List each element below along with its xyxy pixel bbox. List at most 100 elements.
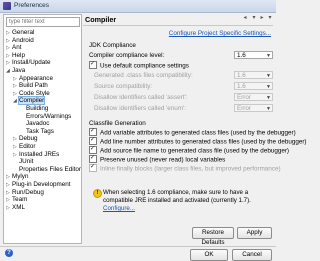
- use-default-compliance-label: Use default compliance settings: [100, 62, 189, 70]
- tree-item[interactable]: ▷ XML: [6, 204, 25, 211]
- tree-item[interactable]: Properties Files Editor: [13, 166, 81, 173]
- tree-item-label: Code Style: [19, 89, 50, 97]
- tree-item[interactable]: ▷ Plug-in Development: [6, 181, 70, 188]
- tree-item-label: Debug: [19, 135, 38, 143]
- tree-item-label: Editor: [19, 143, 36, 150]
- title-bar[interactable]: Preferences: [0, 0, 276, 13]
- assert-identifier-label: Disallow identifiers called 'assert':: [94, 94, 188, 101]
- tree-item-label: Ant: [12, 44, 22, 52]
- warning-text: When selecting 1.6 compliance, make sure…: [103, 189, 251, 204]
- enum-identifier-value: Error: [237, 105, 251, 112]
- jdk-compliance-heading: JDK Compliance: [89, 42, 136, 49]
- chevron-down-icon: ▼: [266, 84, 271, 90]
- use-default-compliance-row[interactable]: Use default compliance settings: [89, 61, 189, 70]
- inline-finally-label: Inline finally blocks (larger class file…: [100, 165, 281, 173]
- inline-finally-row[interactable]: Inline finally blocks (larger class file…: [89, 164, 281, 173]
- tree-item-label: Compiler: [17, 96, 46, 106]
- tree-item[interactable]: ▷ Run/Debug: [6, 189, 44, 196]
- tree-item[interactable]: Building: [20, 105, 48, 112]
- tree-item[interactable]: Errors/Warnings: [20, 113, 71, 120]
- generated-class-compat-select[interactable]: 1.6 ▼: [234, 71, 273, 79]
- back-menu-icon[interactable]: ▾: [250, 15, 258, 22]
- tree-item-label: Team: [12, 196, 28, 204]
- tree-item[interactable]: ◢ Java: [6, 67, 25, 74]
- tree-item[interactable]: ▷ Installed JREs: [13, 151, 59, 158]
- page-title: Compiler: [85, 15, 117, 24]
- tree-item-label: Building: [26, 105, 49, 112]
- tree-item[interactable]: ◢ Compiler: [13, 96, 46, 106]
- tree-item[interactable]: ▷ Editor: [13, 143, 35, 150]
- filter-input[interactable]: [6, 17, 80, 27]
- window-title: Preferences: [14, 2, 50, 9]
- compliance-warning: When selecting 1.6 compliance, make sure…: [103, 189, 273, 213]
- enum-identifier-select[interactable]: Error ▼: [234, 104, 273, 112]
- tree-item[interactable]: JUnit: [13, 158, 33, 165]
- tree-item[interactable]: ▷ Code Style: [13, 90, 50, 97]
- source-file-name-row[interactable]: Add source file name to generated class …: [89, 146, 290, 155]
- help-icon[interactable]: ?: [5, 249, 13, 257]
- chevron-down-icon: ▼: [266, 53, 271, 59]
- tree-item-label: XML: [12, 203, 25, 211]
- configure-project-specific-link[interactable]: Configure Project Specific Settings...: [169, 30, 271, 37]
- tree-item-label: Javadoc: [26, 120, 50, 128]
- tree-item[interactable]: ▷ Team: [6, 196, 27, 203]
- assert-identifier-value: Error: [237, 94, 251, 101]
- tree-item[interactable]: ▷ Android: [6, 37, 34, 44]
- compliance-level-label: Compiler compliance level:: [89, 52, 165, 59]
- variable-attributes-row[interactable]: Add variable attributes to generated cla…: [89, 128, 296, 137]
- preserve-unused-row[interactable]: Preserve unused (never read) local varia…: [89, 155, 226, 164]
- tree-item[interactable]: ▷ Appearance: [13, 75, 53, 82]
- tree-item-label: Help: [12, 51, 25, 59]
- chevron-down-icon: ▼: [266, 95, 271, 101]
- preserve-unused-label: Preserve unused (never read) local varia…: [100, 156, 226, 164]
- source-compat-select[interactable]: 1.6 ▼: [234, 82, 273, 90]
- compiler-page: Compiler ◂ ▾ ▸ ▾ Configure Project Speci…: [83, 14, 307, 246]
- preserve-unused-checkbox[interactable]: [89, 155, 97, 163]
- source-file-name-label: Add source file name to generated class …: [100, 147, 290, 155]
- tree-item-label: Build Path: [19, 82, 48, 90]
- ok-button[interactable]: OK: [190, 249, 228, 261]
- generated-class-compat-label: Generated .class files compatibility:: [94, 72, 193, 79]
- line-number-attributes-row[interactable]: Add line number attributes to generated …: [89, 137, 307, 146]
- tree-item-label: Run/Debug: [12, 188, 44, 196]
- generated-class-compat-value: 1.6: [237, 72, 246, 79]
- forward-arrow-icon[interactable]: ▸: [258, 15, 266, 22]
- back-arrow-icon[interactable]: ◂: [241, 15, 249, 22]
- tree-item-label: Android: [12, 36, 34, 44]
- tree-item-label: Properties Files Editor: [19, 165, 81, 173]
- line-number-attributes-checkbox[interactable]: [89, 137, 97, 145]
- assert-identifier-select[interactable]: Error ▼: [234, 93, 273, 101]
- tree-item[interactable]: ▷ General: [6, 29, 34, 36]
- tree-item[interactable]: ▷ Ant: [6, 44, 21, 51]
- preferences-window: Preferences ▷General▷Android▷Ant▷Help▷In…: [0, 0, 307, 261]
- preferences-tree-pane: ▷General▷Android▷Ant▷Help▷Install/Update…: [3, 14, 82, 244]
- tree-item[interactable]: Task Tags: [20, 128, 54, 135]
- configure-jre-link[interactable]: Configure...: [103, 205, 135, 212]
- variable-attributes-label: Add variable attributes to generated cla…: [100, 129, 296, 137]
- chevron-down-icon: ▼: [266, 73, 271, 79]
- source-compat-value: 1.6: [237, 83, 246, 90]
- cancel-button[interactable]: Cancel: [232, 249, 272, 261]
- tree-item[interactable]: ▷ Debug: [13, 135, 38, 142]
- tree-item[interactable]: Javadoc: [20, 120, 49, 127]
- source-file-name-checkbox[interactable]: [89, 146, 97, 154]
- tree-item-label: General: [12, 29, 35, 36]
- tree-item-label: Mylyn: [12, 173, 29, 181]
- source-compat-label: Source compatibility:: [94, 83, 153, 90]
- tree-item-label: Installed JREs: [19, 150, 60, 158]
- apply-button[interactable]: Apply: [237, 227, 272, 239]
- tree-item[interactable]: ▷ Help: [6, 52, 25, 59]
- inline-finally-checkbox[interactable]: [89, 164, 97, 172]
- restore-defaults-button[interactable]: Restore Defaults: [192, 227, 234, 246]
- tree-item[interactable]: ▷ Mylyn: [6, 173, 28, 180]
- tree-item[interactable]: ▷ Install/Update: [6, 59, 51, 66]
- line-number-attributes-label: Add line number attributes to generated …: [100, 138, 307, 146]
- chevron-down-icon: ▼: [266, 106, 271, 112]
- use-default-compliance-checkbox[interactable]: [89, 61, 97, 69]
- app-icon: [3, 2, 11, 10]
- compliance-level-select[interactable]: 1.6 ▼: [234, 51, 273, 59]
- forward-menu-icon[interactable]: ▾: [266, 15, 274, 22]
- variable-attributes-checkbox[interactable]: [89, 128, 97, 136]
- footer-separator: [0, 246, 276, 247]
- tree-item[interactable]: ▷ Build Path: [13, 82, 48, 89]
